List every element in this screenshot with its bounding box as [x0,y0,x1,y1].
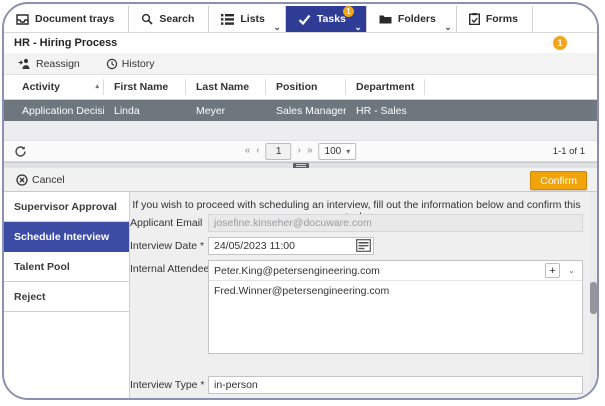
next-page-button[interactable]: › [298,146,301,156]
chevron-down-icon[interactable]: ⌄ [354,23,362,32]
table-row[interactable]: Application Decision Linda Meyer Sales M… [4,100,597,121]
decision-sidebar: Supervisor Approval Schedule Interview T… [4,192,130,398]
attendee-item[interactable]: Fred.Winner@petersengineering.com [209,281,582,301]
history-button[interactable]: History [106,58,155,70]
nav-search[interactable]: Search [129,6,209,32]
applicant-email-label: Applicant Email [130,214,208,232]
task-count-badge: 1 [553,36,567,50]
nav-tasks[interactable]: Tasks 1 ⌄ [286,6,367,32]
column-header-empty [425,79,597,95]
address-label: Address [130,398,208,400]
nav-label: Folders [398,13,436,25]
nav-label: Document trays [35,13,114,25]
current-page-input[interactable]: 1 [266,143,292,160]
history-clock-icon [106,58,118,70]
cell-activity: Application Decision [4,105,104,117]
pagination-controls: « ‹ 1 › » 100 ▾ [245,143,357,160]
internal-attendees-label: Internal Attendees * [130,260,208,354]
cell-last-name: Meyer [186,105,266,117]
first-page-button[interactable]: « [245,146,251,156]
document-tray-icon [16,14,29,25]
column-header-last-name[interactable]: Last Name [186,79,266,95]
tasks-count-badge: 1 [343,6,354,17]
chevron-down-icon[interactable]: ⌄ [273,23,281,32]
cancel-label: Cancel [32,174,65,186]
column-header-department[interactable]: Department [346,79,425,95]
nav-label: Forms [486,13,518,25]
attendees-expand-chevron-icon[interactable]: ⌄ [564,263,579,278]
task-form: If you wish to proceed with scheduling a… [130,192,597,398]
reassign-label: Reassign [36,58,80,70]
pagination-bar: « ‹ 1 › » 100 ▾ 1-1 of 1 [4,141,597,162]
reassign-person-icon [18,58,32,69]
calendar-icon[interactable] [356,239,371,252]
column-header-position[interactable]: Position [266,79,346,95]
form-scrollbar[interactable] [590,192,597,398]
nav-lists[interactable]: Lists ⌄ [209,6,286,32]
task-list-header: Activity ▴ First Name Last Name Position… [4,75,597,100]
list-icon [221,14,234,25]
history-label: History [122,58,155,70]
reassign-button[interactable]: Reassign [18,58,80,70]
decision-talent-pool[interactable]: Talent Pool [4,252,129,282]
empty-list-area [4,121,597,141]
cell-position: Sales Manager [266,105,346,117]
page-size-select[interactable]: 100 ▾ [319,143,357,160]
applicant-email-field: josefine.kinseher@docuware.com [208,214,583,232]
cancel-circle-x-icon [16,174,28,186]
process-header: HR - Hiring Process 1 [4,33,597,53]
main-toolbar: Document trays Search Lists ⌄ [4,6,597,33]
form-action-bar: Cancel Confirm [4,168,597,192]
interview-date-label: Interview Date * [130,237,208,255]
decision-reject[interactable]: Reject [4,282,129,312]
nav-label: Lists [240,13,265,25]
scrollbar-thumb[interactable] [590,282,597,314]
search-icon [141,13,153,25]
refresh-icon[interactable] [14,145,27,158]
interview-date-field[interactable]: 24/05/2023 11:00 [208,237,374,255]
cell-first-name: Linda [104,105,186,117]
task-action-toolbar: Reassign History [4,53,597,75]
chevron-down-icon[interactable]: ⌄ [444,23,452,32]
task-detail-pane: Supervisor Approval Schedule Interview T… [4,192,597,398]
confirm-button[interactable]: Confirm [530,171,587,190]
result-range-label: 1-1 of 1 [553,146,585,157]
column-header-activity[interactable]: Activity ▴ [4,79,104,95]
app-window: Document trays Search Lists ⌄ [0,0,605,406]
folder-icon [379,14,392,25]
decision-schedule-interview[interactable]: Schedule Interview [4,222,129,252]
nav-forms[interactable]: Forms [457,6,533,32]
attendee-item[interactable]: Peter.King@petersengineering.com + ⌄ [209,261,582,281]
clipboard-check-icon [469,13,480,25]
page-title: HR - Hiring Process [4,37,117,49]
sort-asc-icon: ▴ [95,79,99,95]
internal-attendees-list[interactable]: Peter.King@petersengineering.com + ⌄ Fre… [208,260,583,354]
address-field[interactable]: Planegger Str. 1, 82110 Germering, Germa… [208,398,583,400]
interview-type-label: Interview Type * [130,376,208,394]
chevron-down-icon: ▾ [346,147,350,156]
decision-supervisor-approval[interactable]: Supervisor Approval [4,192,129,222]
cell-department: HR - Sales [346,105,425,117]
add-attendee-button[interactable]: + [545,263,560,278]
column-header-first-name[interactable]: First Name [104,79,186,95]
interview-type-field[interactable]: in-person [208,376,583,394]
last-page-button[interactable]: » [307,146,313,156]
check-icon [298,14,311,25]
nav-document-trays[interactable]: Document trays [4,6,129,32]
nav-label: Search [159,13,194,25]
nav-folders[interactable]: Folders ⌄ [367,6,457,32]
browser-frame: Document trays Search Lists ⌄ [2,2,599,400]
prev-page-button[interactable]: ‹ [256,146,259,156]
nav-label: Tasks [317,13,346,25]
cancel-button[interactable]: Cancel [16,174,65,186]
